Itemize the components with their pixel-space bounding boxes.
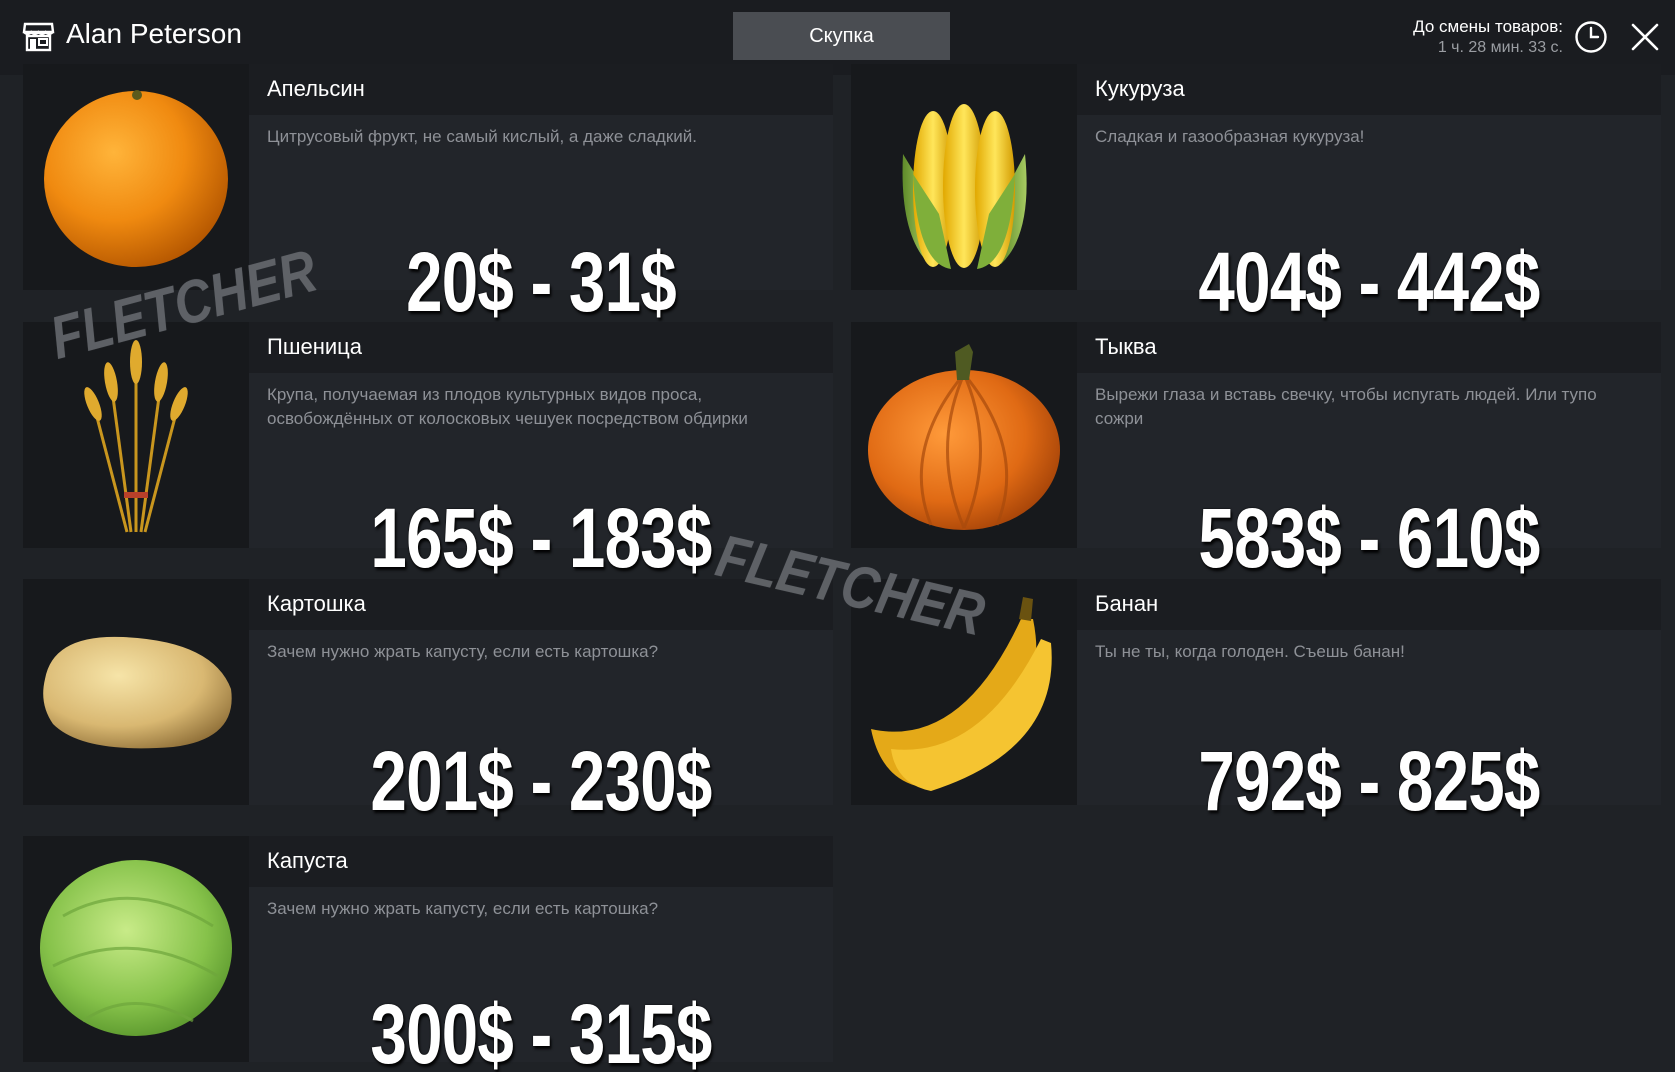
product-body: Зачем нужно жрать капусту, если есть кар… (249, 887, 833, 1072)
product-body: Крупа, получаемая из плодов культурных в… (249, 373, 833, 580)
product-card-corn[interactable]: Кукуруза Сладкая и газообразная кукуруза… (851, 64, 1661, 324)
product-thumb (23, 322, 249, 548)
product-body: Вырежи глаза и вставь свечку, чтобы испу… (1077, 373, 1661, 580)
product-name: Кукуруза (1077, 64, 1661, 115)
product-card-banana[interactable]: Банан Ты не ты, когда голоден. Съешь бан… (851, 579, 1661, 823)
product-card-pumpkin[interactable]: Тыква Вырежи глаза и вставь свечку, чтоб… (851, 322, 1661, 580)
banana-icon (871, 597, 1052, 791)
product-name: Банан (1077, 579, 1661, 630)
product-description: Вырежи глаза и вставь свечку, чтобы испу… (1095, 385, 1597, 428)
product-thumb (23, 579, 249, 805)
product-description: Ты не ты, когда голоден. Съешь банан! (1095, 642, 1405, 661)
product-body: Зачем нужно жрать капусту, если есть кар… (249, 630, 833, 823)
product-card-orange[interactable]: Апельсин Цитрусовый фрукт, не самый кисл… (23, 64, 833, 324)
product-name: Картошка (249, 579, 833, 630)
product-description: Зачем нужно жрать капусту, если есть кар… (267, 642, 659, 661)
product-thumb (851, 579, 1077, 805)
product-thumb (851, 64, 1077, 290)
product-body: Сладкая и газообразная кукуруза! 404$ - … (1077, 115, 1661, 324)
pumpkin-icon (868, 344, 1060, 530)
product-thumb (851, 322, 1077, 548)
corn-icon (902, 104, 1027, 269)
product-description: Зачем нужно жрать капусту, если есть кар… (267, 899, 659, 918)
wheat-icon (84, 340, 188, 533)
product-card-cabbage[interactable]: Капуста Зачем нужно жрать капусту, если … (23, 836, 833, 1072)
product-thumb (23, 836, 249, 1062)
cabbage-icon (40, 860, 232, 1036)
orange-icon (44, 90, 228, 267)
product-description: Сладкая и газообразная кукуруза! (1095, 127, 1365, 146)
product-name: Капуста (249, 836, 833, 887)
product-price: 201$ - 230$ (370, 734, 712, 828)
product-name: Тыква (1077, 322, 1661, 373)
potato-icon (43, 636, 232, 749)
product-name: Пшеница (249, 322, 833, 373)
product-thumb (23, 64, 249, 290)
product-body: Ты не ты, когда голоден. Съешь банан! 79… (1077, 630, 1661, 823)
product-description: Крупа, получаемая из плодов культурных в… (267, 385, 748, 428)
shop-window: Alan Peterson Скупка До смены товаров: 1… (0, 0, 1675, 1072)
product-price: 300$ - 315$ (370, 987, 712, 1072)
product-body: Цитрусовый фрукт, не самый кислый, а даж… (249, 115, 833, 324)
product-card-wheat[interactable]: Пшеница Крупа, получаемая из плодов куль… (23, 322, 833, 580)
product-price: 792$ - 825$ (1198, 734, 1540, 828)
product-price: 20$ - 31$ (406, 235, 677, 329)
product-price: 404$ - 442$ (1198, 235, 1540, 329)
product-name: Апельсин (249, 64, 833, 115)
product-card-potato[interactable]: Картошка Зачем нужно жрать капусту, если… (23, 579, 833, 823)
product-description: Цитрусовый фрукт, не самый кислый, а даж… (267, 127, 697, 146)
product-price: 165$ - 183$ (370, 491, 712, 585)
product-price: 583$ - 610$ (1198, 491, 1540, 585)
product-grid: Апельсин Цитрусовый фрукт, не самый кисл… (0, 0, 1675, 1072)
